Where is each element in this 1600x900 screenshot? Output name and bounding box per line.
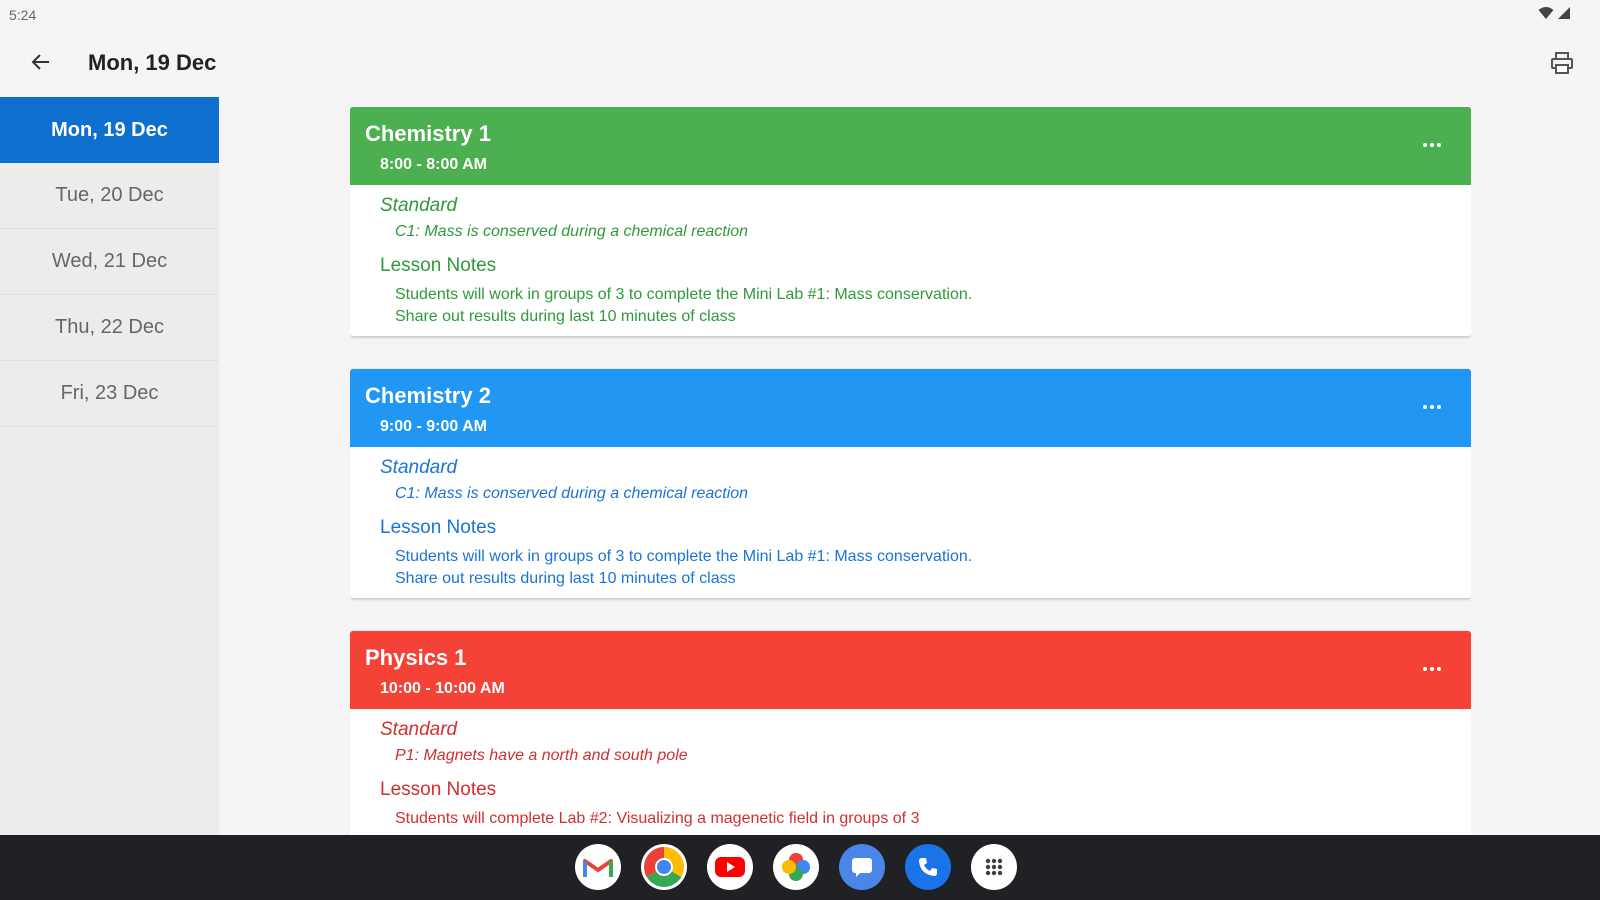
more-horiz-icon	[1423, 143, 1441, 147]
chrome-button[interactable]	[641, 844, 687, 890]
lesson-card-header: Chemistry 2 9:00 - 9:00 AM	[350, 369, 1471, 447]
lesson-time: 8:00 - 8:00 AM	[380, 156, 487, 173]
day-list: Mon, 19 Dec Tue, 20 Dec Wed, 21 Dec Thu,…	[0, 97, 219, 835]
lesson-card-header: Chemistry 1 8:00 - 8:00 AM	[350, 107, 1471, 185]
notes-line: Share out results during last 10 minutes…	[395, 570, 736, 587]
lesson-name: Chemistry 1	[365, 121, 491, 146]
lesson-card-body: Standard P1: Magnets have a north and so…	[350, 709, 1471, 835]
photos-icon	[782, 853, 810, 881]
standard-text: P1: Magnets have a north and south pole	[395, 747, 688, 764]
gmail-icon	[583, 859, 613, 877]
lesson-card-body: Standard C1: Mass is conserved during a …	[350, 185, 1471, 336]
lesson-notes-label: Lesson Notes	[380, 517, 497, 538]
phone-button[interactable]	[905, 844, 951, 890]
standard-label: Standard	[380, 457, 458, 478]
app-bar: Mon, 19 Dec	[0, 32, 1600, 94]
taskbar	[0, 835, 1600, 900]
notes-line: Students will complete Lab #2: Visualizi…	[395, 810, 920, 827]
day-item-mon[interactable]: Mon, 19 Dec	[0, 97, 219, 163]
lesson-notes-label: Lesson Notes	[380, 779, 497, 800]
lesson-name: Physics 1	[365, 645, 467, 670]
notes-line: Students will work in groups of 3 to com…	[395, 548, 973, 565]
page-title: Mon, 19 Dec	[88, 50, 217, 75]
lesson-notes-label: Lesson Notes	[380, 255, 497, 276]
status-time: 5:24	[9, 7, 37, 23]
day-label: Thu, 22 Dec	[55, 316, 164, 338]
standard-text: C1: Mass is conserved during a chemical …	[395, 485, 749, 502]
back-button[interactable]	[24, 45, 58, 79]
app-launcher-button[interactable]	[971, 844, 1017, 890]
notes-line: Share out results during last 10 minutes…	[395, 308, 736, 325]
print-button[interactable]	[1546, 47, 1578, 79]
lesson-time: 9:00 - 9:00 AM	[380, 418, 487, 435]
lesson-card[interactable]: Physics 1 10:00 - 10:00 AM Standard P1: …	[350, 631, 1471, 835]
day-label: Tue, 20 Dec	[55, 184, 164, 206]
more-options-button[interactable]	[1417, 657, 1447, 681]
day-label: Wed, 21 Dec	[51, 250, 168, 272]
lesson-card[interactable]: Chemistry 1 8:00 - 8:00 AM Standard C1: …	[350, 107, 1471, 336]
standard-text: C1: Mass is conserved during a chemical …	[395, 223, 749, 240]
gmail-button[interactable]	[575, 844, 621, 890]
day-item-fri[interactable]: Fri, 23 Dec	[0, 361, 219, 427]
app-dock	[575, 844, 1017, 890]
more-horiz-icon	[1423, 405, 1441, 409]
app-launcher-icon	[985, 858, 1003, 876]
wifi-icon	[1538, 7, 1554, 19]
signal-icon	[1558, 7, 1570, 19]
lesson-card[interactable]: Chemistry 2 9:00 - 9:00 AM Standard C1: …	[350, 369, 1471, 598]
youtube-button[interactable]	[707, 844, 753, 890]
lesson-notes-text: Students will work in groups of 3 to com…	[395, 546, 1471, 590]
lesson-notes-text: Students will work in groups of 3 to com…	[395, 284, 1471, 328]
more-options-button[interactable]	[1417, 133, 1447, 157]
lesson-time: 10:00 - 10:00 AM	[380, 680, 505, 697]
more-options-button[interactable]	[1417, 395, 1447, 419]
system-icons	[1538, 6, 1570, 20]
photos-button[interactable]	[773, 844, 819, 890]
phone-icon	[919, 858, 937, 876]
youtube-icon	[715, 857, 745, 877]
day-item-thu[interactable]: Thu, 22 Dec	[0, 295, 219, 361]
more-horiz-icon	[1423, 667, 1441, 671]
status-bar: 5:24	[0, 0, 1600, 30]
standard-label: Standard	[380, 719, 458, 740]
chrome-icon	[644, 847, 684, 887]
lesson-list: Chemistry 1 8:00 - 8:00 AM Standard C1: …	[350, 107, 1471, 835]
standard-label: Standard	[380, 195, 458, 216]
day-item-tue[interactable]: Tue, 20 Dec	[0, 163, 219, 229]
day-label: Mon, 19 Dec	[51, 118, 168, 141]
day-item-wed[interactable]: Wed, 21 Dec	[0, 229, 219, 295]
print-icon	[1551, 52, 1573, 74]
day-label: Fri, 23 Dec	[60, 382, 159, 404]
lesson-card-header: Physics 1 10:00 - 10:00 AM	[350, 631, 1471, 709]
arrow-back-icon	[31, 54, 49, 70]
messages-button[interactable]	[839, 844, 885, 890]
messages-icon	[852, 858, 872, 877]
lesson-notes-text: Students will complete Lab #2: Visualizi…	[395, 808, 1471, 830]
lesson-name: Chemistry 2	[365, 383, 491, 408]
notes-line: Students will work in groups of 3 to com…	[395, 286, 973, 303]
lesson-card-body: Standard C1: Mass is conserved during a …	[350, 447, 1471, 598]
